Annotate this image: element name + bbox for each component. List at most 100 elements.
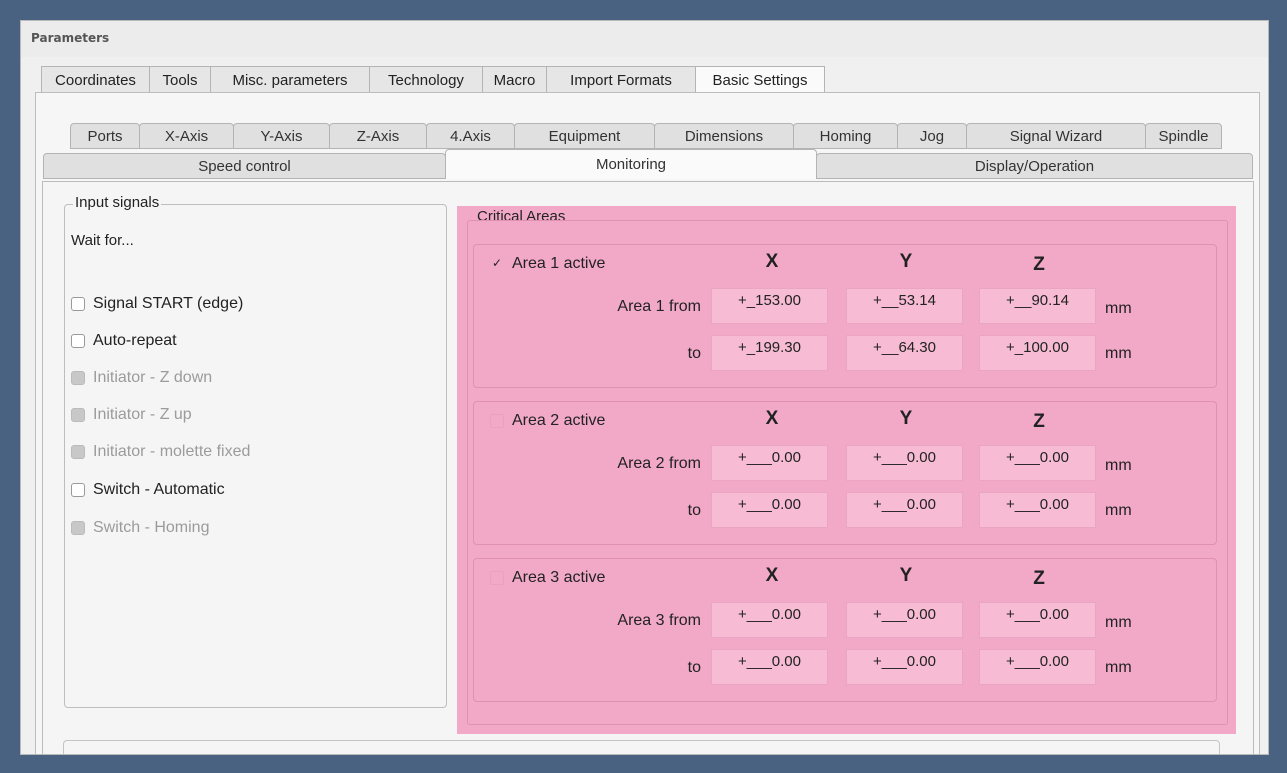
axis-x-label: X — [765, 408, 779, 429]
tab-display-operation[interactable]: Display/Operation — [816, 153, 1253, 179]
area-1-active-checkbox[interactable]: ✓ Area 1 active — [490, 255, 605, 273]
area-label: Area 2 active — [512, 412, 606, 429]
tab-import-formats[interactable]: Import Formats — [546, 66, 696, 93]
area-1-panel: ✓ Area 1 active X Y Z Area 1 from +_153.… — [473, 244, 1217, 388]
unit-label: mm — [1105, 614, 1132, 631]
area-2-active-checkbox[interactable]: Area 2 active — [490, 412, 605, 430]
checkbox-box[interactable] — [71, 334, 85, 348]
tab-spindle[interactable]: Spindle — [1145, 123, 1222, 149]
monitoring-content: Input signals Wait for... Signal START (… — [42, 181, 1254, 754]
area-1-from-x[interactable]: +_153.00 — [711, 288, 828, 324]
checkbox-box[interactable] — [490, 414, 504, 428]
tab-y-axis[interactable]: Y-Axis — [233, 123, 330, 149]
check-icon: ✓ — [491, 256, 503, 270]
tab-equipment[interactable]: Equipment — [514, 123, 655, 149]
area-3-active-checkbox[interactable]: Area 3 active — [490, 569, 605, 587]
checkbox-box[interactable] — [490, 571, 504, 585]
parameters-window: Parameters Coordinates Tools Misc. param… — [20, 20, 1269, 755]
area-1-to-y[interactable]: +__64.30 — [846, 335, 963, 371]
tab-jog[interactable]: Jog — [897, 123, 967, 149]
area-2-from-y[interactable]: +___0.00 — [846, 445, 963, 481]
area-3-to-x[interactable]: +___0.00 — [711, 649, 828, 685]
checkbox-box[interactable] — [71, 483, 85, 497]
checkbox-signal-start[interactable]: Signal START (edge) — [71, 293, 243, 315]
checkbox-switch-automatic[interactable]: Switch - Automatic — [71, 479, 225, 501]
axis-y-label: Y — [899, 565, 913, 586]
area-3-to-y[interactable]: +___0.00 — [846, 649, 963, 685]
subtab-row-2: Speed control Monitoring Display/Operati… — [43, 149, 1253, 179]
unit-label: mm — [1105, 659, 1132, 676]
checkbox-switch-homing: Switch - Homing — [71, 517, 209, 539]
tab-signal-wizard[interactable]: Signal Wizard — [966, 123, 1146, 149]
checkbox-label: Switch - Homing — [93, 519, 210, 536]
tab-homing[interactable]: Homing — [793, 123, 898, 149]
tab-tools[interactable]: Tools — [149, 66, 211, 93]
checkbox-initiator-z-up: Initiator - Z up — [71, 404, 192, 426]
area-3-from-z[interactable]: +___0.00 — [979, 602, 1096, 638]
area-2-panel: Area 2 active X Y Z Area 2 from +___0.00… — [473, 401, 1217, 545]
axis-z-label: Z — [1033, 568, 1045, 589]
area-3-to-z[interactable]: +___0.00 — [979, 649, 1096, 685]
area-2-from-x[interactable]: +___0.00 — [711, 445, 828, 481]
area-1-to-x[interactable]: +_199.30 — [711, 335, 828, 371]
checkbox-box — [71, 521, 85, 535]
unit-label: mm — [1105, 457, 1132, 474]
tab-basic-settings[interactable]: Basic Settings — [695, 66, 825, 93]
tab-technology[interactable]: Technology — [369, 66, 483, 93]
tab-dimensions[interactable]: Dimensions — [654, 123, 794, 149]
tab-ports[interactable]: Ports — [70, 123, 140, 149]
axis-x-label: X — [765, 251, 779, 272]
unit-label: mm — [1105, 502, 1132, 519]
to-label: to — [687, 659, 701, 676]
checkbox-box — [71, 371, 85, 385]
tab-z-axis[interactable]: Z-Axis — [329, 123, 427, 149]
area-2-to-z[interactable]: +___0.00 — [979, 492, 1096, 528]
subtab-row-1: Ports X-Axis Y-Axis Z-Axis 4.Axis Equipm… — [70, 123, 1222, 149]
tab-coordinates[interactable]: Coordinates — [41, 66, 150, 93]
unit-label: mm — [1105, 345, 1132, 362]
checkbox-box — [71, 408, 85, 422]
axis-x-label: X — [765, 565, 779, 586]
tab-misc-parameters[interactable]: Misc. parameters — [210, 66, 370, 93]
bottom-group-box — [63, 740, 1220, 754]
checkbox-initiator-z-down: Initiator - Z down — [71, 367, 212, 389]
to-label: to — [687, 502, 701, 519]
area-from-label: Area 1 from — [617, 298, 701, 315]
title-bar: Parameters — [21, 21, 1268, 57]
tab-4-axis[interactable]: 4.Axis — [426, 123, 515, 149]
checkbox-label: Switch - Automatic — [93, 481, 225, 498]
tab-x-axis[interactable]: X-Axis — [139, 123, 234, 149]
tab-monitoring[interactable]: Monitoring — [445, 149, 817, 179]
to-label: to — [687, 345, 701, 362]
checkbox-initiator-molette-fixed: Initiator - molette fixed — [71, 441, 250, 463]
area-3-from-y[interactable]: +___0.00 — [846, 602, 963, 638]
wait-for-label: Wait for... — [71, 232, 134, 249]
axis-y-label: Y — [899, 408, 913, 429]
window-title: Parameters — [31, 31, 110, 45]
input-signals-title: Input signals — [73, 194, 162, 211]
checkbox-label: Initiator - Z up — [93, 406, 192, 423]
checkbox-box[interactable] — [71, 297, 85, 311]
tab-speed-control[interactable]: Speed control — [43, 153, 446, 179]
axis-y-label: Y — [899, 251, 913, 272]
checkbox-label: Signal START (edge) — [93, 295, 244, 312]
axis-z-label: Z — [1033, 411, 1045, 432]
area-1-to-z[interactable]: +_100.00 — [979, 335, 1096, 371]
area-from-label: Area 2 from — [617, 455, 701, 472]
tab-macro[interactable]: Macro — [482, 66, 547, 93]
area-2-from-z[interactable]: +___0.00 — [979, 445, 1096, 481]
checkbox-label: Initiator - molette fixed — [93, 443, 251, 460]
area-label: Area 1 active — [512, 255, 606, 272]
area-1-from-z[interactable]: +__90.14 — [979, 288, 1096, 324]
unit-label: mm — [1105, 300, 1132, 317]
critical-areas-group: Critical Areas ✓ Area 1 active X Y Z Are… — [457, 206, 1236, 734]
checkbox-label: Initiator - Z down — [93, 369, 213, 386]
area-label: Area 3 active — [512, 569, 606, 586]
area-1-from-y[interactable]: +__53.14 — [846, 288, 963, 324]
checkbox-box — [71, 445, 85, 459]
checkbox-auto-repeat[interactable]: Auto-repeat — [71, 330, 177, 352]
area-2-to-y[interactable]: +___0.00 — [846, 492, 963, 528]
area-3-from-x[interactable]: +___0.00 — [711, 602, 828, 638]
area-2-to-x[interactable]: +___0.00 — [711, 492, 828, 528]
main-tab-bar: Coordinates Tools Misc. parameters Techn… — [41, 66, 825, 93]
